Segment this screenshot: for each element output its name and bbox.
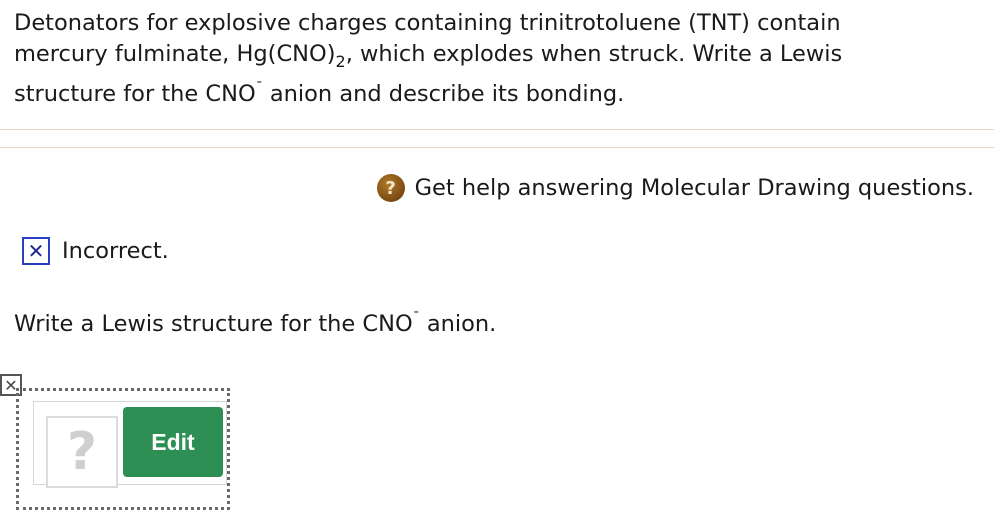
x-icon: ✕ <box>22 237 50 265</box>
divider-bottom <box>0 147 994 148</box>
question-line-2-post: , which explodes when struck. Write a Le… <box>345 41 843 67</box>
status-label: Incorrect. <box>62 238 169 264</box>
prompt-text: Write a Lewis structure for the CNO¯ ani… <box>14 311 496 337</box>
question-placeholder-icon: ? <box>66 422 98 482</box>
prompt-superscript: ¯ <box>412 310 420 326</box>
status-indicator: ✕ Incorrect. <box>22 237 169 265</box>
question-subscript: 2 <box>335 52 346 71</box>
divider-top <box>0 129 994 130</box>
edit-button[interactable]: Edit <box>123 407 223 477</box>
prompt-post: anion. <box>419 311 497 337</box>
prompt-pre: Write a Lewis structure for the CNO <box>14 311 413 337</box>
structure-placeholder: ? <box>46 416 118 488</box>
drawing-area: ? Edit <box>16 388 230 510</box>
question-text: Detonators for explosive charges contain… <box>14 8 974 110</box>
question-line-3-post: anion and describe its bonding. <box>262 81 625 107</box>
help-link[interactable]: ? Get help answering Molecular Drawing q… <box>376 174 974 202</box>
question-line-1: Detonators for explosive charges contain… <box>14 10 841 36</box>
question-superscript: ¯ <box>255 80 263 96</box>
question-line-2-pre: mercury fulminate, Hg(CNO) <box>14 41 336 67</box>
question-line-3: structure for the CNO¯ anion and describ… <box>14 79 974 110</box>
question-line-3-pre: structure for the CNO <box>14 81 256 107</box>
help-link-label[interactable]: Get help answering Molecular Drawing que… <box>415 175 974 201</box>
question-mark-icon[interactable]: ? <box>376 174 405 202</box>
